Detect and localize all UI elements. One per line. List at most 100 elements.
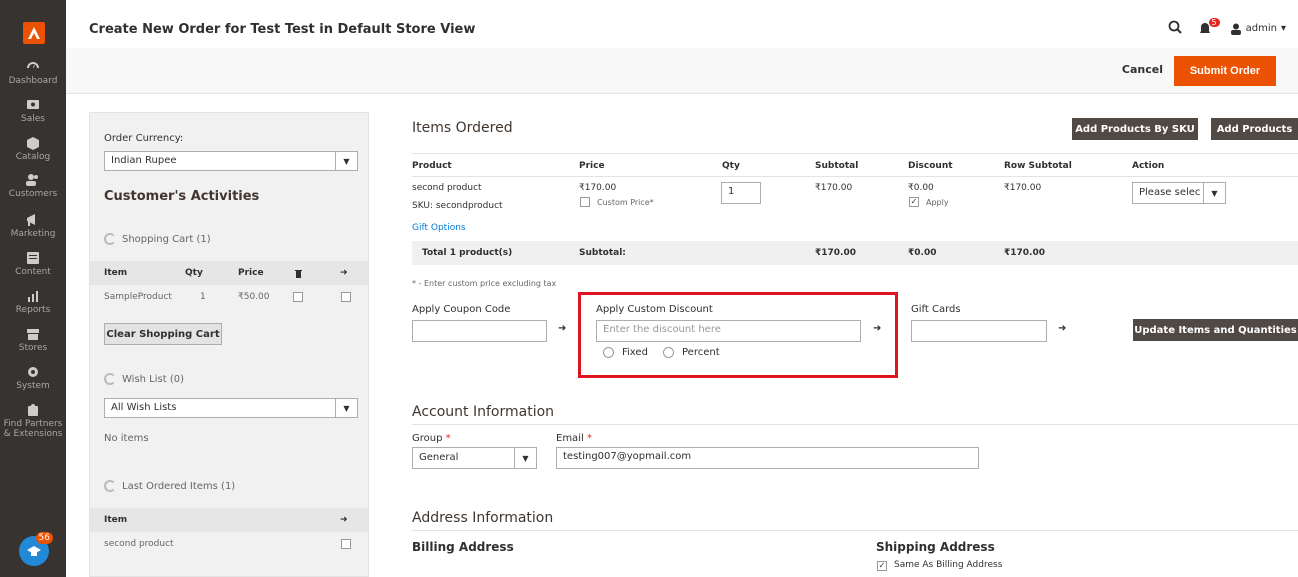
group-select[interactable]: General ▼ — [412, 447, 537, 469]
add-products-by-sku-button[interactable]: Add Products By SKU — [1072, 118, 1198, 140]
refresh-icon — [104, 233, 116, 245]
percent-radio[interactable] — [663, 347, 674, 358]
sidebar-item-label: Find Partners & Extensions — [3, 419, 63, 439]
sidebar-item-label: Customers — [8, 189, 58, 199]
email-label: Email * — [556, 433, 592, 444]
admin-sidebar: Dashboard Sales Catalog Customers Market… — [0, 0, 66, 577]
cart-item-qty: 1 — [200, 292, 206, 302]
col-qty: Qty — [722, 161, 740, 171]
gift-card-input[interactable] — [911, 320, 1047, 342]
update-items-button[interactable]: Update Items and Quantities — [1133, 319, 1298, 341]
submit-order-button[interactable]: Submit Order — [1174, 56, 1276, 86]
gift-cards-label: Gift Cards — [911, 304, 961, 315]
sidebar-item-partners[interactable]: Find Partners & Extensions — [0, 403, 66, 439]
sidebar-item-customers[interactable]: Customers — [0, 173, 66, 199]
chevron-down-icon: ▼ — [1203, 183, 1225, 203]
chevron-down-icon: ▾ — [1280, 23, 1286, 34]
qty-input[interactable]: 1 — [721, 182, 761, 204]
move-to-order-checkbox[interactable] — [341, 292, 351, 302]
sidebar-item-dashboard[interactable]: Dashboard — [0, 60, 66, 86]
col-price: Price — [238, 268, 264, 278]
last-ordered-section-title[interactable]: Last Ordered Items (1) — [104, 480, 235, 492]
custom-discount-input[interactable]: Enter the discount here — [596, 320, 861, 342]
customer-activities-heading: Customer's Activities — [104, 189, 260, 204]
search-icon[interactable] — [1168, 20, 1182, 37]
user-icon — [1230, 23, 1241, 35]
add-to-order-checkbox[interactable] — [341, 539, 351, 549]
same-as-billing-checkbox[interactable]: ✓ — [877, 561, 887, 571]
wish-list-select[interactable]: All Wish Lists ▼ — [104, 398, 358, 418]
bar-chart-icon — [25, 289, 41, 303]
shopping-cart-title: Shopping Cart (1) — [122, 233, 211, 245]
custom-price-label: Custom Price* — [597, 198, 654, 207]
last-ordered-item-name: second product — [104, 539, 174, 549]
speedometer-icon — [25, 60, 41, 74]
wish-list-value: All Wish Lists — [111, 402, 177, 413]
layout-icon — [25, 251, 41, 265]
fixed-label: Fixed — [622, 347, 648, 358]
sidebar-item-label: Dashboard — [8, 76, 58, 86]
sidebar-item-reports[interactable]: Reports — [0, 289, 66, 315]
sidebar-item-system[interactable]: System — [0, 365, 66, 391]
billing-address-heading: Billing Address — [412, 540, 514, 554]
coupon-code-input[interactable] — [412, 320, 547, 342]
chevron-down-icon: ▼ — [335, 152, 357, 170]
col-discount: Discount — [908, 161, 953, 171]
last-ordered-table-header: Item ➜ — [90, 508, 368, 532]
sidebar-item-stores[interactable]: Stores — [0, 327, 66, 353]
col-product: Product — [412, 161, 452, 171]
notifications-bell-icon[interactable]: 5 — [1198, 17, 1220, 36]
add-products-button[interactable]: Add Products — [1211, 118, 1298, 140]
cart-item-name: SampleProduct — [104, 292, 172, 302]
users-icon — [25, 173, 41, 187]
sidebar-item-label: Catalog — [15, 152, 51, 162]
totals-row-subtotal: ₹170.00 — [1004, 248, 1045, 258]
sidebar-item-label: Content — [15, 267, 51, 277]
product-name: second product — [412, 183, 482, 193]
order-currency-label: Order Currency: — [104, 133, 184, 144]
clear-shopping-cart-button[interactable]: Clear Shopping Cart — [104, 323, 222, 345]
email-label-text: Email — [556, 433, 584, 444]
help-badge[interactable]: 56 — [19, 532, 53, 566]
magento-logo-icon[interactable] — [23, 22, 45, 44]
sidebar-item-label: Sales — [21, 114, 45, 124]
row-discount: ₹0.00 — [908, 183, 934, 193]
col-action: Action — [1132, 161, 1165, 171]
sidebar-item-catalog[interactable]: Catalog — [0, 136, 66, 162]
trash-icon — [294, 268, 303, 281]
dollar-icon — [25, 98, 41, 112]
wish-list-empty: No items — [104, 433, 149, 444]
arrow-right-icon[interactable]: ➜ — [1058, 323, 1066, 334]
order-currency-select[interactable]: Indian Rupee ▼ — [104, 151, 358, 171]
help-count-badge: 56 — [35, 532, 53, 544]
gear-icon — [25, 365, 41, 379]
apply-discount-checkbox[interactable]: ✓ — [909, 197, 919, 207]
arrow-right-icon[interactable]: ➜ — [558, 323, 566, 334]
email-field[interactable]: testing007@yopmail.com — [556, 447, 979, 469]
col-subtotal: Subtotal — [815, 161, 859, 171]
refresh-icon — [104, 480, 116, 492]
megaphone-icon — [25, 213, 41, 227]
arrow-right-icon[interactable]: ➜ — [873, 323, 881, 334]
custom-price-checkbox[interactable] — [580, 197, 590, 207]
sidebar-item-content[interactable]: Content — [0, 251, 66, 277]
chevron-down-icon: ▼ — [335, 399, 357, 417]
remove-checkbox[interactable] — [293, 292, 303, 302]
currency-value: Indian Rupee — [111, 155, 177, 166]
fixed-radio[interactable] — [603, 347, 614, 358]
gift-options-link[interactable]: Gift Options — [412, 223, 466, 233]
account-information-title: Account Information — [412, 404, 555, 420]
wish-list-section-title[interactable]: Wish List (0) — [104, 373, 184, 385]
user-menu[interactable]: admin ▾ — [1230, 23, 1286, 35]
cancel-button[interactable]: Cancel — [1122, 63, 1163, 76]
group-label-text: Group — [412, 433, 443, 444]
same-as-billing-label: Same As Billing Address — [894, 560, 1003, 570]
sidebar-item-label: Marketing — [10, 229, 56, 239]
percent-label: Percent — [682, 347, 720, 358]
sidebar-item-label: Reports — [15, 305, 51, 315]
row-action-select[interactable]: Please selec ▼ — [1132, 182, 1226, 204]
shopping-cart-section-title[interactable]: Shopping Cart (1) — [104, 233, 211, 245]
sidebar-item-marketing[interactable]: Marketing — [0, 213, 66, 239]
sidebar-item-sales[interactable]: Sales — [0, 98, 66, 124]
col-row-subtotal: Row Subtotal — [1004, 161, 1072, 171]
